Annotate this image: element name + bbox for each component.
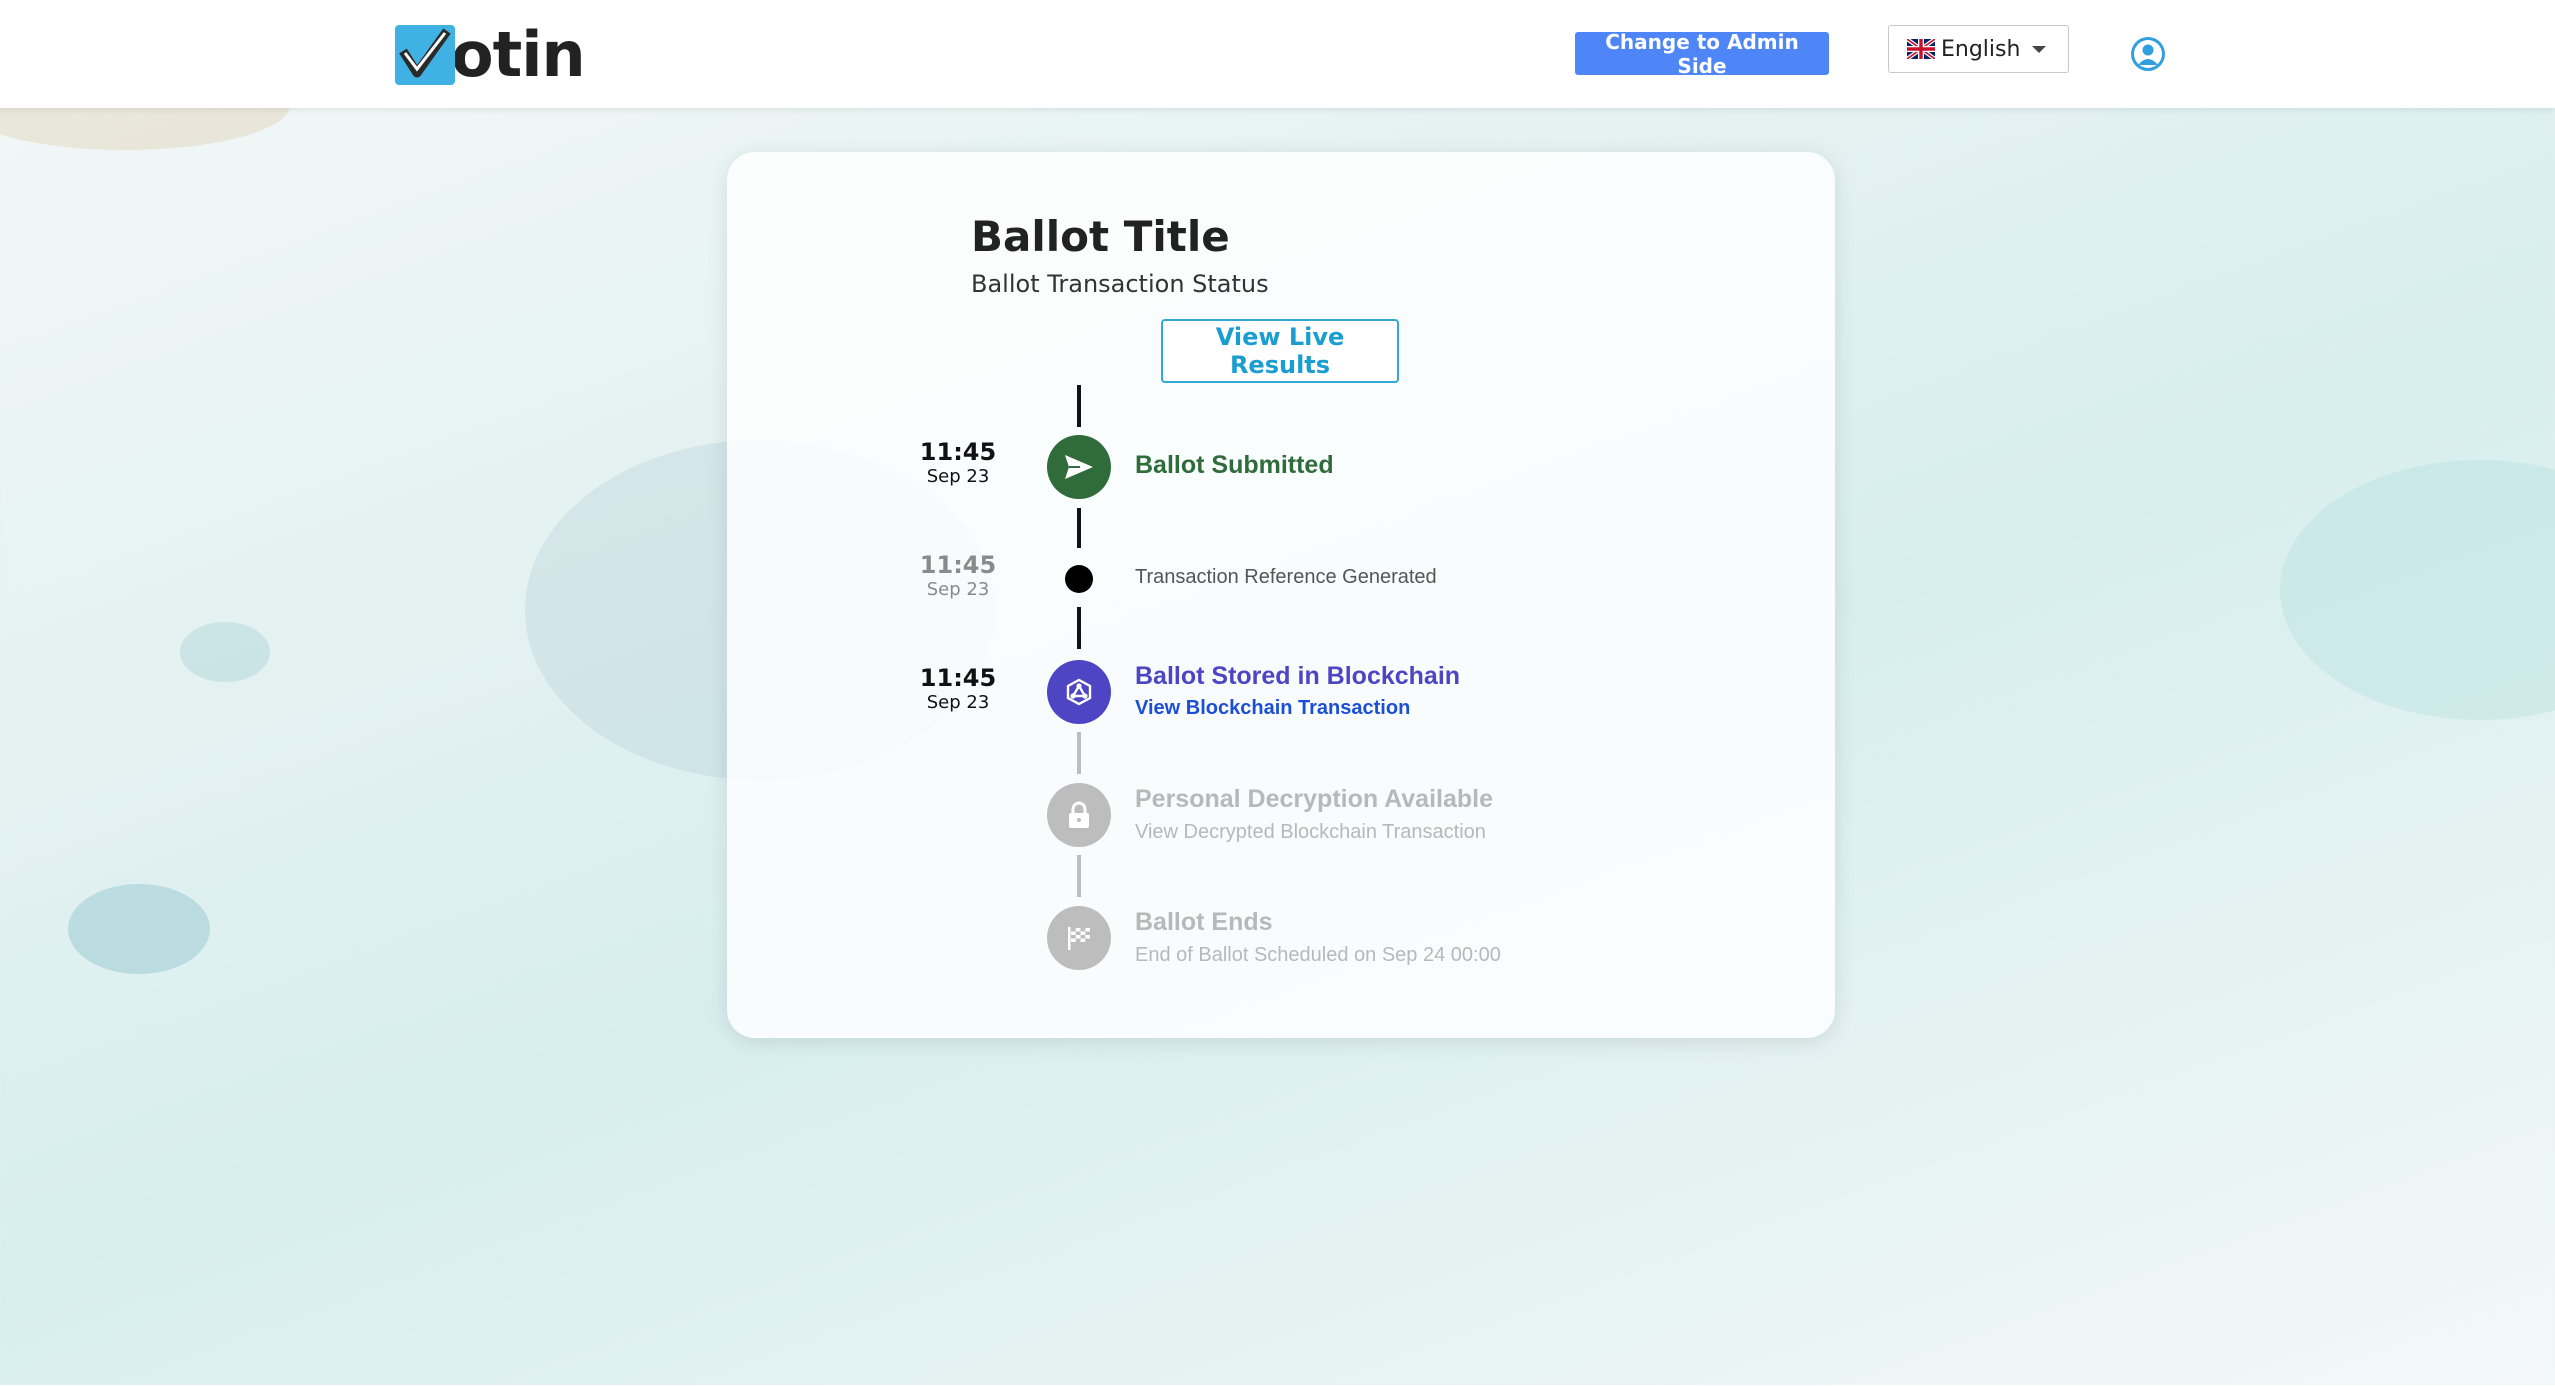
step-timestamp: 11:45 Sep 23 [919,438,997,487]
step-timestamp: 11:45 Sep 23 [919,664,997,713]
user-avatar-icon[interactable] [2130,36,2166,72]
timeline-connector [1077,855,1081,897]
timeline-connector [1077,607,1081,649]
dot-icon [1065,565,1093,593]
change-to-admin-button[interactable]: Change to Admin Side [1575,30,1829,78]
language-select[interactable]: English [1888,25,2069,73]
step-title: Ballot Stored in Blockchain [1135,662,1461,690]
timeline-connector [1077,385,1081,427]
step-title: Personal Decryption Available [1135,785,1493,813]
timeline-connector [1077,732,1081,774]
uk-flag-icon [1905,37,1937,61]
blockchain-icon [1047,660,1111,724]
step-subtitle: End of Ballot Scheduled on Sep 24 00:00 [1135,944,1501,966]
ballot-subtitle: Ballot Transaction Status [971,270,1269,298]
caret-down-icon [2032,46,2046,53]
step-title: Transaction Reference Generated [1135,566,1437,588]
votin-logo[interactable]: otin [395,18,586,91]
view-live-results-button[interactable]: View Live Results [1161,319,1399,383]
lock-icon [1047,783,1111,847]
logo-text: otin [451,18,586,91]
ballot-status-card: Ballot Title Ballot Transaction Status V… [727,152,1835,1038]
checkered-flag-icon [1047,906,1111,970]
step-title: Ballot Ends [1135,908,1273,936]
background-shape [180,622,270,682]
view-blockchain-transaction-link[interactable]: View Blockchain Transaction [1135,697,1410,720]
language-label: English [1941,36,2021,62]
timeline-connector [1077,508,1081,548]
send-icon [1047,435,1111,499]
view-decrypted-transaction-link: View Decrypted Blockchain Transaction [1135,821,1486,843]
step-title: Ballot Submitted [1135,451,1334,479]
step-timestamp: 11:45 Sep 23 [919,551,997,600]
ballot-title: Ballot Title [971,212,1230,261]
background-shape [2280,460,2555,720]
votin-check-logo-icon [395,25,455,85]
top-navbar: otin Change to Admin Side English [0,0,2555,108]
background-shape [68,884,210,974]
